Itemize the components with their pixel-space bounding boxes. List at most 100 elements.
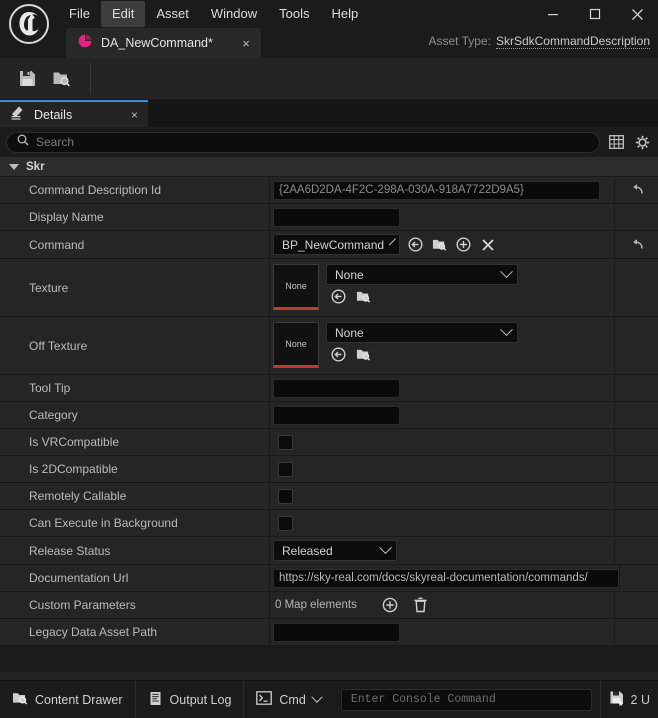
- column-settings-icon[interactable]: [606, 132, 626, 152]
- reset-to-default-button[interactable]: [614, 231, 658, 258]
- tool-tip-input[interactable]: [273, 378, 400, 398]
- asset-tab-strip: DA_NewCommand* × Asset Type: SkrSdkComma…: [0, 28, 658, 58]
- output-log-button[interactable]: Output Log: [136, 680, 245, 718]
- browse-icon[interactable]: [431, 236, 448, 253]
- command-object-picker[interactable]: BP_NewCommand: [273, 234, 400, 255]
- use-selected-icon[interactable]: [330, 346, 347, 363]
- is-vrcompatible-checkbox[interactable]: [278, 434, 293, 450]
- property-value: None None: [270, 317, 614, 374]
- chevron-down-icon: [9, 163, 19, 170]
- property-value: [270, 429, 614, 455]
- property-label: Can Execute in Background: [0, 510, 270, 536]
- browse-icon[interactable]: [355, 346, 372, 363]
- property-row-can-execute-in-background: Can Execute in Background: [0, 510, 658, 537]
- asset-tab-da-newcommand[interactable]: DA_NewCommand* ×: [66, 28, 261, 58]
- combo-value: None: [335, 267, 364, 282]
- new-asset-icon[interactable]: [455, 236, 472, 253]
- asset-tab-close-icon[interactable]: ×: [237, 34, 255, 52]
- command-description-id-input[interactable]: {2AA6D2DA-4F2C-298A-030A-918A7722D9A5}: [273, 180, 600, 200]
- reset-placeholder: [614, 375, 658, 401]
- texture-thumbnail[interactable]: None: [273, 264, 319, 310]
- add-element-icon[interactable]: [382, 597, 399, 614]
- menu-window[interactable]: Window: [200, 1, 268, 27]
- browse-icon[interactable]: [355, 288, 372, 305]
- details-tab-close-icon[interactable]: ×: [131, 108, 138, 122]
- property-row-is-vrcompatible: Is VRCompatible: [0, 429, 658, 456]
- reset-placeholder: [614, 510, 658, 536]
- off-texture-thumbnail[interactable]: None: [273, 322, 319, 368]
- details-panel: Details × Search Skr Command Description…: [0, 100, 658, 672]
- clear-icon[interactable]: [479, 236, 496, 253]
- texture-controls: None: [326, 264, 518, 305]
- menu-edit[interactable]: Edit: [100, 1, 146, 27]
- property-label: Legacy Data Asset Path: [0, 619, 270, 645]
- asset-type-value[interactable]: SkrSdkCommandDescription: [495, 34, 650, 49]
- property-row-texture: Texture None None: [0, 259, 658, 317]
- unreal-editor-window: File Edit Asset Window Tools Help DA_New…: [0, 0, 658, 718]
- console-placeholder: Enter Console Command: [350, 693, 496, 706]
- property-value: [270, 456, 614, 482]
- console-icon: [256, 691, 273, 708]
- menu-help[interactable]: Help: [320, 1, 369, 27]
- menu-bar: File Edit Asset Window Tools Help: [58, 0, 369, 28]
- status-bar: Content Drawer Output Log Cmd Enter Cons…: [0, 680, 658, 718]
- can-execute-in-background-checkbox[interactable]: [278, 515, 293, 531]
- cmd-label: Cmd: [279, 692, 306, 707]
- title-bar: File Edit Asset Window Tools Help: [0, 0, 658, 44]
- property-value: [270, 483, 614, 509]
- remotely-callable-checkbox[interactable]: [278, 488, 293, 504]
- property-value: BP_NewCommand: [270, 231, 614, 258]
- category-header-skr[interactable]: Skr: [0, 157, 658, 177]
- content-drawer-button[interactable]: Content Drawer: [0, 680, 136, 718]
- property-label: Custom Parameters: [0, 592, 270, 618]
- unsaved-assets-button[interactable]: 2 U: [599, 680, 658, 718]
- gear-icon[interactable]: [632, 132, 652, 152]
- release-status-dropdown[interactable]: Released: [273, 540, 397, 561]
- property-row-legacy-data-asset-path: Legacy Data Asset Path: [0, 619, 658, 646]
- property-label: Command: [0, 231, 270, 258]
- menu-asset[interactable]: Asset: [145, 1, 200, 27]
- use-selected-icon[interactable]: [407, 236, 424, 253]
- combo-value: None: [335, 325, 364, 340]
- property-row-tool-tip: Tool Tip: [0, 375, 658, 402]
- tab-details[interactable]: Details ×: [0, 100, 148, 127]
- texture-asset-picker[interactable]: None: [326, 264, 518, 285]
- reset-placeholder: [614, 204, 658, 230]
- reset-placeholder: [614, 456, 658, 482]
- property-row-category: Category: [0, 402, 658, 429]
- editor-toolbar: [0, 58, 658, 100]
- documentation-url-input[interactable]: https://sky-real.com/docs/skyreal-docume…: [273, 568, 619, 588]
- console-command-input[interactable]: Enter Console Command: [340, 688, 592, 711]
- legacy-data-asset-path-input[interactable]: [273, 622, 400, 642]
- property-label: Documentation Url: [0, 565, 270, 591]
- save-icon[interactable]: [10, 62, 44, 96]
- maximize-icon[interactable]: [574, 0, 616, 28]
- reset-to-default-button[interactable]: [614, 177, 658, 203]
- off-texture-asset-picker[interactable]: None: [326, 322, 518, 343]
- menu-tools[interactable]: Tools: [268, 1, 320, 27]
- reset-arrow-icon: [632, 184, 643, 194]
- delete-all-icon[interactable]: [412, 597, 429, 614]
- data-asset-icon: [78, 34, 92, 53]
- property-row-command: Command BP_NewCommand: [0, 231, 658, 259]
- search-input[interactable]: Search: [6, 131, 600, 153]
- menu-file[interactable]: File: [58, 1, 101, 27]
- is-2dcompatible-checkbox[interactable]: [278, 461, 293, 477]
- category-input[interactable]: [273, 405, 400, 425]
- property-row-remotely-callable: Remotely Callable: [0, 483, 658, 510]
- property-label: Command Description Id: [0, 177, 270, 203]
- property-value: [270, 510, 614, 536]
- use-selected-icon[interactable]: [330, 288, 347, 305]
- combo-value: Released: [282, 543, 333, 558]
- close-icon[interactable]: [616, 0, 658, 28]
- unreal-engine-logo-icon[interactable]: [9, 4, 49, 44]
- off-texture-controls: None: [326, 322, 518, 363]
- cmd-selector[interactable]: Cmd: [244, 681, 332, 718]
- display-name-input[interactable]: [273, 207, 400, 227]
- property-value: [270, 204, 614, 230]
- chevron-down-icon: [311, 691, 323, 703]
- browse-content-icon[interactable]: [44, 62, 78, 96]
- minimize-icon[interactable]: [532, 0, 574, 28]
- reset-placeholder: [614, 537, 658, 564]
- asset-type-label: Asset Type:: [428, 34, 491, 48]
